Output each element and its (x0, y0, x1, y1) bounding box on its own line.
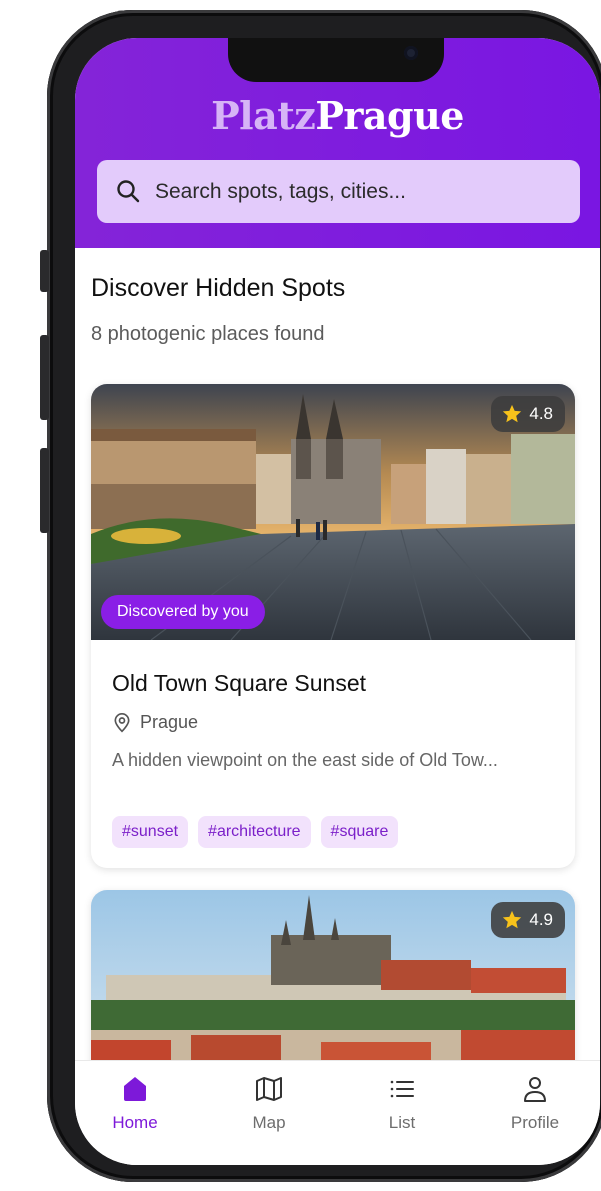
nav-label: Map (252, 1113, 286, 1132)
bottom-nav: Home Map List Profile (75, 1060, 600, 1165)
star-icon (503, 910, 522, 929)
rating-badge: 4.9 (491, 902, 565, 938)
tag-chip[interactable]: #square (320, 816, 399, 848)
mute-switch (40, 250, 49, 292)
brand-logo: PlatzPrague (75, 93, 600, 138)
spot-location: Prague (112, 712, 198, 733)
nav-label: Home (112, 1113, 158, 1132)
brand-part-2: Prague (315, 93, 464, 138)
list-icon (390, 1080, 414, 1098)
nav-profile[interactable]: Profile (485, 1073, 585, 1133)
spot-title: Old Town Square Sunset (112, 670, 367, 696)
discovered-badge: Discovered by you (101, 595, 265, 629)
app-header: PlatzPrague (75, 38, 600, 248)
nav-map[interactable]: Map (219, 1073, 319, 1133)
location-text: Prague (140, 712, 199, 732)
location-pin-icon (114, 712, 130, 733)
spot-description: A hidden viewpoint on the east side of O… (112, 750, 498, 770)
front-camera (404, 46, 418, 60)
section-title: Discover Hidden Spots (91, 274, 346, 302)
map-icon (256, 1077, 282, 1101)
app-screen: PlatzPrague Discover Hidden Spots 8 phot… (75, 38, 600, 1165)
home-icon (124, 1077, 146, 1101)
brand-part-1: Platz (211, 93, 316, 138)
spot-card[interactable]: 4.8 Discovered by you Old Town Square Su… (91, 384, 575, 868)
tag-list: #sunset #architecture #square (112, 816, 399, 848)
volume-up-button (40, 335, 49, 420)
nav-label: List (388, 1113, 416, 1132)
rating-badge: 4.8 (491, 396, 565, 432)
search-bar[interactable] (97, 160, 580, 223)
tag-chip[interactable]: #sunset (112, 816, 189, 848)
nav-label: Profile (510, 1113, 560, 1132)
search-icon (117, 180, 140, 203)
search-input[interactable] (155, 160, 555, 223)
nav-list[interactable]: List (352, 1073, 452, 1133)
tag-chip[interactable]: #architecture (198, 816, 311, 848)
nav-home[interactable]: Home (85, 1073, 185, 1133)
results-count: 8 photogenic places found (91, 323, 325, 345)
volume-down-button (40, 448, 49, 533)
rating-value: 4.9 (529, 910, 553, 929)
notch (228, 38, 444, 82)
profile-icon (524, 1077, 546, 1102)
star-icon (503, 404, 522, 423)
rating-value: 4.8 (529, 404, 553, 423)
